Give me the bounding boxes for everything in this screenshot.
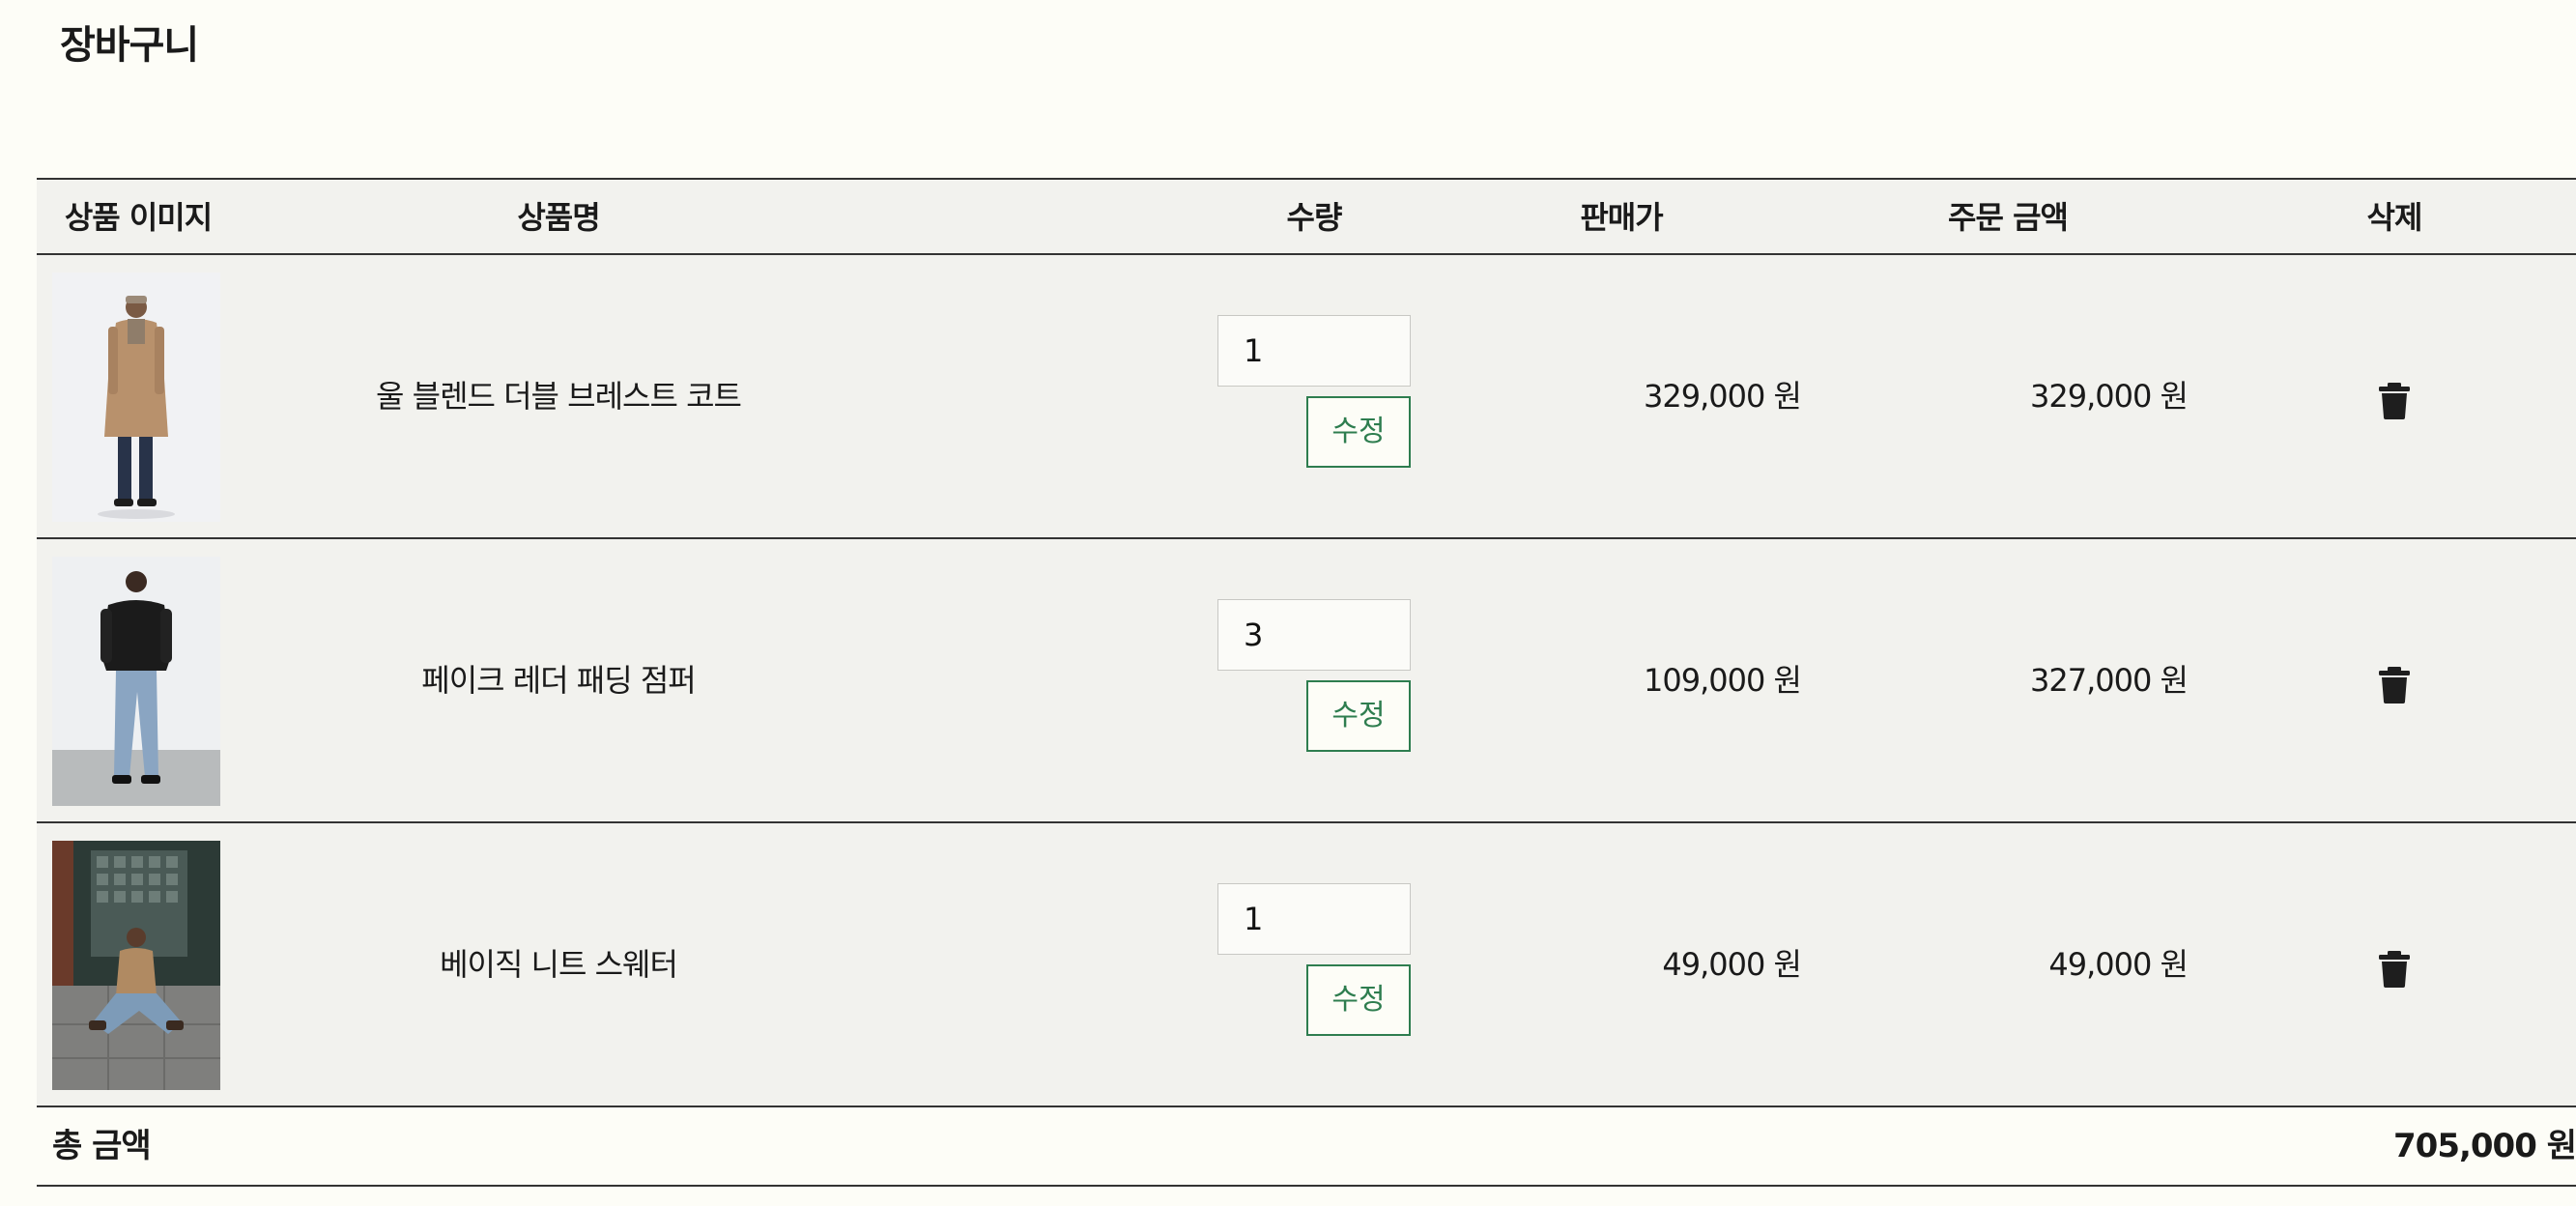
order-amount: 49,000 원 [2048, 946, 2189, 983]
sale-price: 49,000 원 [1662, 946, 1802, 983]
edit-quantity-button[interactable]: 수정 [1306, 680, 1411, 752]
header-sale-price: 판매가 [1580, 199, 1663, 236]
total-label: 총 금액 [52, 1127, 152, 1165]
header-quantity: 수량 [1286, 199, 1343, 236]
product-image[interactable] [52, 557, 220, 806]
header-order-amount: 주문 금액 [1948, 199, 2069, 236]
coat-photo-icon [52, 273, 220, 522]
edit-quantity-button[interactable]: 수정 [1306, 396, 1411, 468]
order-amount: 329,000 원 [2030, 378, 2189, 415]
quantity-input[interactable] [1217, 599, 1411, 671]
jumper-photo-icon [52, 557, 220, 806]
page-title: 장바구니 [60, 23, 199, 68]
edit-quantity-button[interactable]: 수정 [1306, 964, 1411, 1036]
quantity-input[interactable] [1217, 315, 1411, 387]
header-image: 상품 이미지 [64, 199, 213, 236]
total-amount: 705,000 원 [2393, 1127, 2576, 1165]
total-row: 총 금액 705,000 원 [37, 1107, 2576, 1187]
header-name: 상품명 [517, 199, 600, 236]
trash-icon [2379, 383, 2410, 419]
trash-icon [2379, 951, 2410, 988]
delete-button[interactable] [2373, 663, 2416, 705]
order-amount: 327,000 원 [2030, 662, 2189, 699]
sweater-photo-icon [52, 841, 220, 1090]
cart-table: 상품 이미지 상품명 수량 판매가 주문 금액 삭제 울 블렌드 더블 브레스트… [37, 178, 2576, 1187]
table-row: 페이크 레더 패딩 점퍼 수정 109,000 원 327,000 원 [37, 539, 2576, 823]
product-image[interactable] [52, 841, 220, 1090]
delete-button[interactable] [2373, 947, 2416, 990]
trash-icon [2379, 667, 2410, 704]
quantity-input[interactable] [1217, 883, 1411, 955]
product-image[interactable] [52, 273, 220, 522]
product-name[interactable]: 페이크 레더 패딩 점퍼 [269, 539, 848, 821]
table-header: 상품 이미지 상품명 수량 판매가 주문 금액 삭제 [37, 178, 2576, 255]
sale-price: 329,000 원 [1644, 378, 1802, 415]
cart-page: 장바구니 상품 이미지 상품명 수량 판매가 주문 금액 삭제 울 블렌드 더블… [0, 0, 2576, 1206]
table-row: 베이직 니트 스웨터 수정 49,000 원 49,000 원 [37, 823, 2576, 1107]
delete-button[interactable] [2373, 379, 2416, 421]
sale-price: 109,000 원 [1644, 662, 1802, 699]
product-name[interactable]: 울 블렌드 더블 브레스트 코트 [269, 255, 848, 537]
table-row: 울 블렌드 더블 브레스트 코트 수정 329,000 원 329,000 원 [37, 255, 2576, 539]
product-name[interactable]: 베이직 니트 스웨터 [269, 823, 848, 1106]
header-delete: 삭제 [2366, 199, 2423, 236]
